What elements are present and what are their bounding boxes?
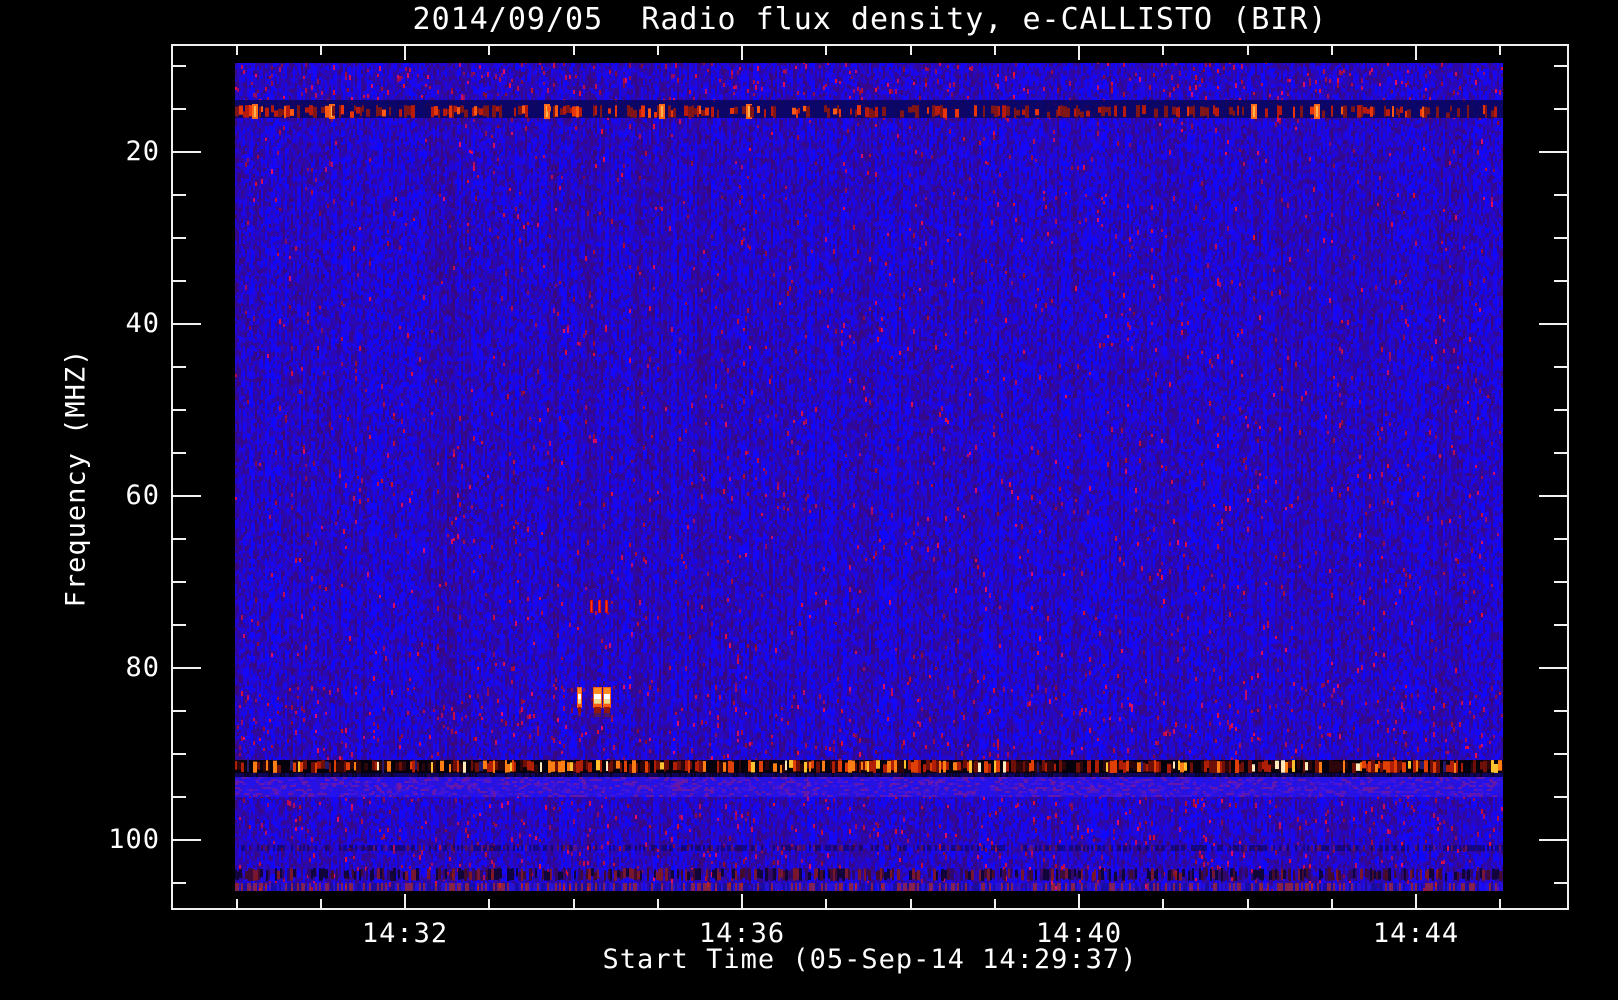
x-major-tick	[1078, 894, 1080, 908]
y-tick-label: 40	[125, 308, 160, 339]
x-major-tick	[741, 894, 743, 908]
x-minor-tick-top	[994, 46, 996, 55]
x-minor-tick-top	[236, 46, 238, 55]
x-minor-tick-top	[1331, 46, 1333, 55]
y-minor-tick	[173, 194, 186, 196]
x-minor-tick	[910, 899, 912, 908]
spectrogram-page: 2014/09/05 Radio flux density, e-CALLIST…	[0, 0, 1618, 1000]
x-minor-tick-top	[573, 46, 575, 55]
x-tick-label: 14:44	[1372, 918, 1460, 949]
x-minor-tick	[825, 899, 827, 908]
y-minor-tick	[173, 409, 186, 411]
y-minor-tick-right	[1554, 796, 1567, 798]
y-minor-tick	[173, 280, 186, 282]
y-minor-tick-right	[1554, 409, 1567, 411]
y-major-tick-right	[1539, 151, 1567, 153]
y-tick-label: 80	[125, 652, 160, 683]
x-minor-tick-top	[1162, 46, 1164, 55]
y-major-tick	[173, 667, 201, 669]
y-minor-tick-right	[1554, 710, 1567, 712]
y-major-tick	[173, 323, 201, 325]
x-major-tick-top	[741, 46, 743, 60]
y-major-tick-right	[1539, 495, 1567, 497]
x-minor-tick	[1247, 899, 1249, 908]
x-major-tick-top	[1415, 46, 1417, 60]
y-minor-tick	[173, 624, 186, 626]
x-minor-tick-top	[320, 46, 322, 55]
x-minor-tick	[1331, 899, 1333, 908]
y-tick-label: 100	[108, 824, 160, 855]
y-minor-tick-right	[1554, 65, 1567, 67]
y-major-tick	[173, 839, 201, 841]
y-minor-tick	[173, 108, 186, 110]
x-tick-label: 14:32	[361, 918, 449, 949]
chart-title: 2014/09/05 Radio flux density, e-CALLIST…	[412, 2, 1328, 37]
y-minor-tick-right	[1554, 366, 1567, 368]
y-minor-tick-right	[1554, 452, 1567, 454]
x-minor-tick	[573, 899, 575, 908]
y-minor-tick	[173, 753, 186, 755]
y-minor-tick-right	[1554, 753, 1567, 755]
x-major-tick	[404, 894, 406, 908]
y-minor-tick-right	[1554, 280, 1567, 282]
x-minor-tick	[994, 899, 996, 908]
x-minor-tick-top	[1499, 46, 1501, 55]
y-major-tick	[173, 495, 201, 497]
y-axis-title: Frequency (MHZ)	[60, 348, 92, 608]
y-minor-tick-right	[1554, 237, 1567, 239]
y-minor-tick	[173, 882, 186, 884]
x-major-tick-top	[404, 46, 406, 60]
y-minor-tick	[173, 581, 186, 583]
x-tick-label: 14:40	[1035, 918, 1123, 949]
x-major-tick	[1415, 894, 1417, 908]
y-minor-tick-right	[1554, 538, 1567, 540]
x-minor-tick	[320, 899, 322, 908]
y-minor-tick-right	[1554, 882, 1567, 884]
x-minor-tick-top	[910, 46, 912, 55]
plot-frame	[171, 44, 1569, 910]
y-minor-tick-right	[1554, 624, 1567, 626]
x-tick-label: 14:36	[698, 918, 786, 949]
y-major-tick	[173, 151, 201, 153]
x-minor-tick-top	[488, 46, 490, 55]
x-minor-tick-top	[1247, 46, 1249, 55]
y-tick-label: 60	[125, 480, 160, 511]
y-minor-tick	[173, 796, 186, 798]
y-minor-tick-right	[1554, 108, 1567, 110]
x-minor-tick	[236, 899, 238, 908]
y-major-tick-right	[1539, 667, 1567, 669]
x-minor-tick	[488, 899, 490, 908]
y-minor-tick-right	[1554, 581, 1567, 583]
y-tick-label: 20	[125, 136, 160, 167]
y-minor-tick	[173, 452, 186, 454]
x-minor-tick	[1162, 899, 1164, 908]
y-major-tick-right	[1539, 839, 1567, 841]
y-major-tick-right	[1539, 323, 1567, 325]
y-minor-tick	[173, 237, 186, 239]
y-minor-tick	[173, 710, 186, 712]
y-minor-tick	[173, 538, 186, 540]
x-minor-tick-top	[825, 46, 827, 55]
x-minor-tick	[657, 899, 659, 908]
x-minor-tick-top	[657, 46, 659, 55]
y-minor-tick	[173, 366, 186, 368]
y-minor-tick-right	[1554, 194, 1567, 196]
x-minor-tick	[1499, 899, 1501, 908]
x-major-tick-top	[1078, 46, 1080, 60]
y-minor-tick	[173, 65, 186, 67]
